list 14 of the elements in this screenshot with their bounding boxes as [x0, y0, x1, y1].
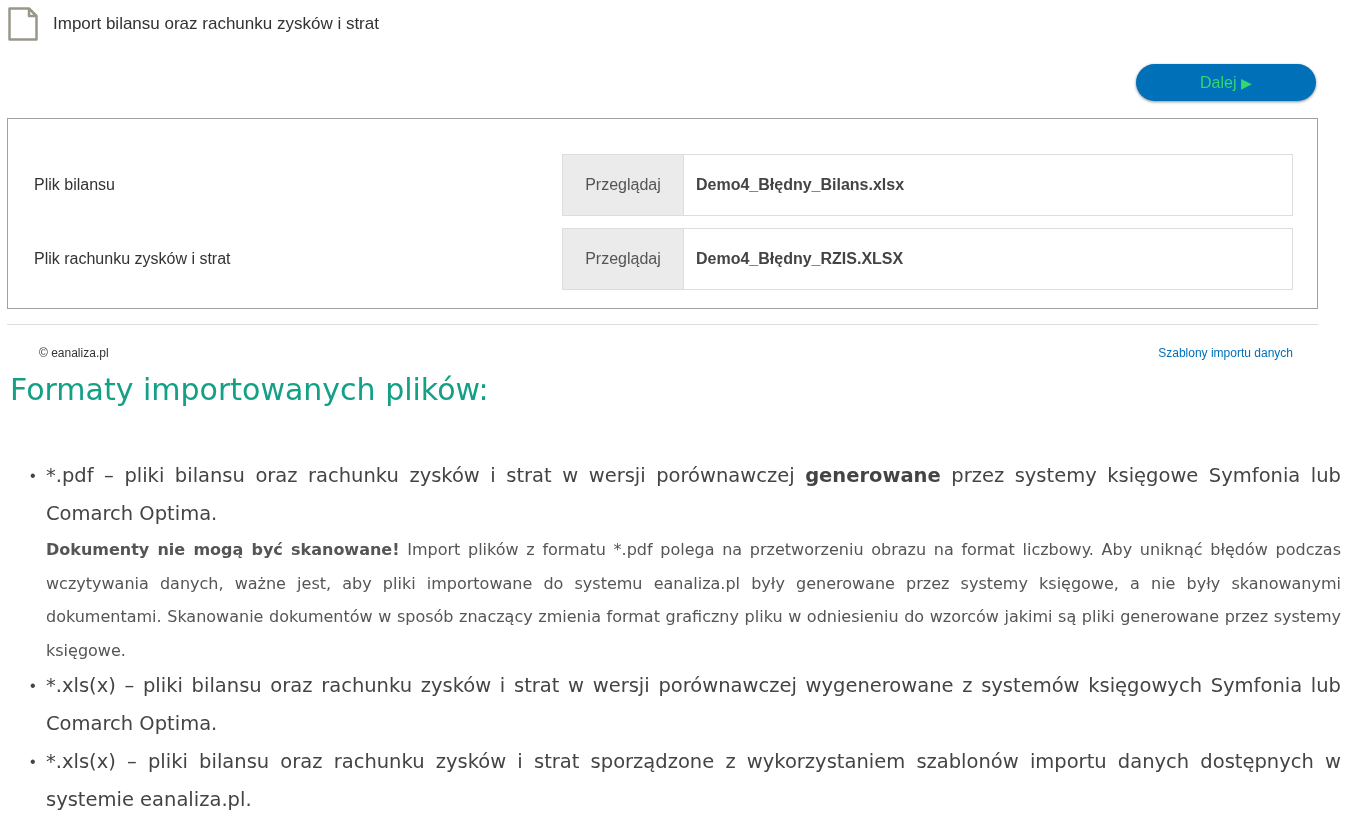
field-label: Plik bilansu: [34, 176, 115, 194]
field-label: Plik rachunku zysków i strat: [34, 250, 231, 268]
format-description: *.pdf – pliki bilansu oraz rachunku zysków i strat w wersji porównawczej generowane przez systemy księgowe Symfonia lub Comarch Optima.: [46, 463, 1341, 527]
formats-heading: Formaty importowanych plików:: [10, 372, 490, 407]
document-icon: [8, 7, 38, 41]
bullet-mark: •: [30, 676, 37, 696]
format-description: *.xls(x) – pliki bilansu oraz rachunku zysków i strat sporządzone z wykorzystaniem szablonów importu danych dostępnych w systemie eanaliza.pl.: [46, 749, 1341, 813]
copyright-text: © eanaliza.pl: [39, 346, 109, 360]
warning-paragraph: Dokumenty nie mogą być skanowane! Import plików z formatu *.pdf polega na przetworzeniu obrazu na format liczbowy. Aby uniknąć błędów podczas wczytywania danych, ważne jest, aby pliki importowane do systemu eanaliza.pl były generowane przez systemy księgowe, a nie były skanowanymi dokumentami. Skanowanie dokumentów w sposób znaczący zmienia format graficzny pliku w odniesieniu do wzorców jakimi są pliki generowane przez systemy księgowe.: [46, 539, 1341, 662]
format-description: *.xls(x) – pliki bilansu oraz rachunku zysków i strat w wersji porównawczej wygenerowane z systemów księgowych Symfonia lub Comarch Optima.: [46, 673, 1341, 737]
bullet-mark: •: [30, 752, 37, 772]
bullet-mark: •: [30, 466, 37, 486]
page-title: Import bilansu oraz rachunku zysków i strat: [53, 14, 379, 34]
templates-link[interactable]: Szablony importu danych: [1158, 346, 1293, 360]
